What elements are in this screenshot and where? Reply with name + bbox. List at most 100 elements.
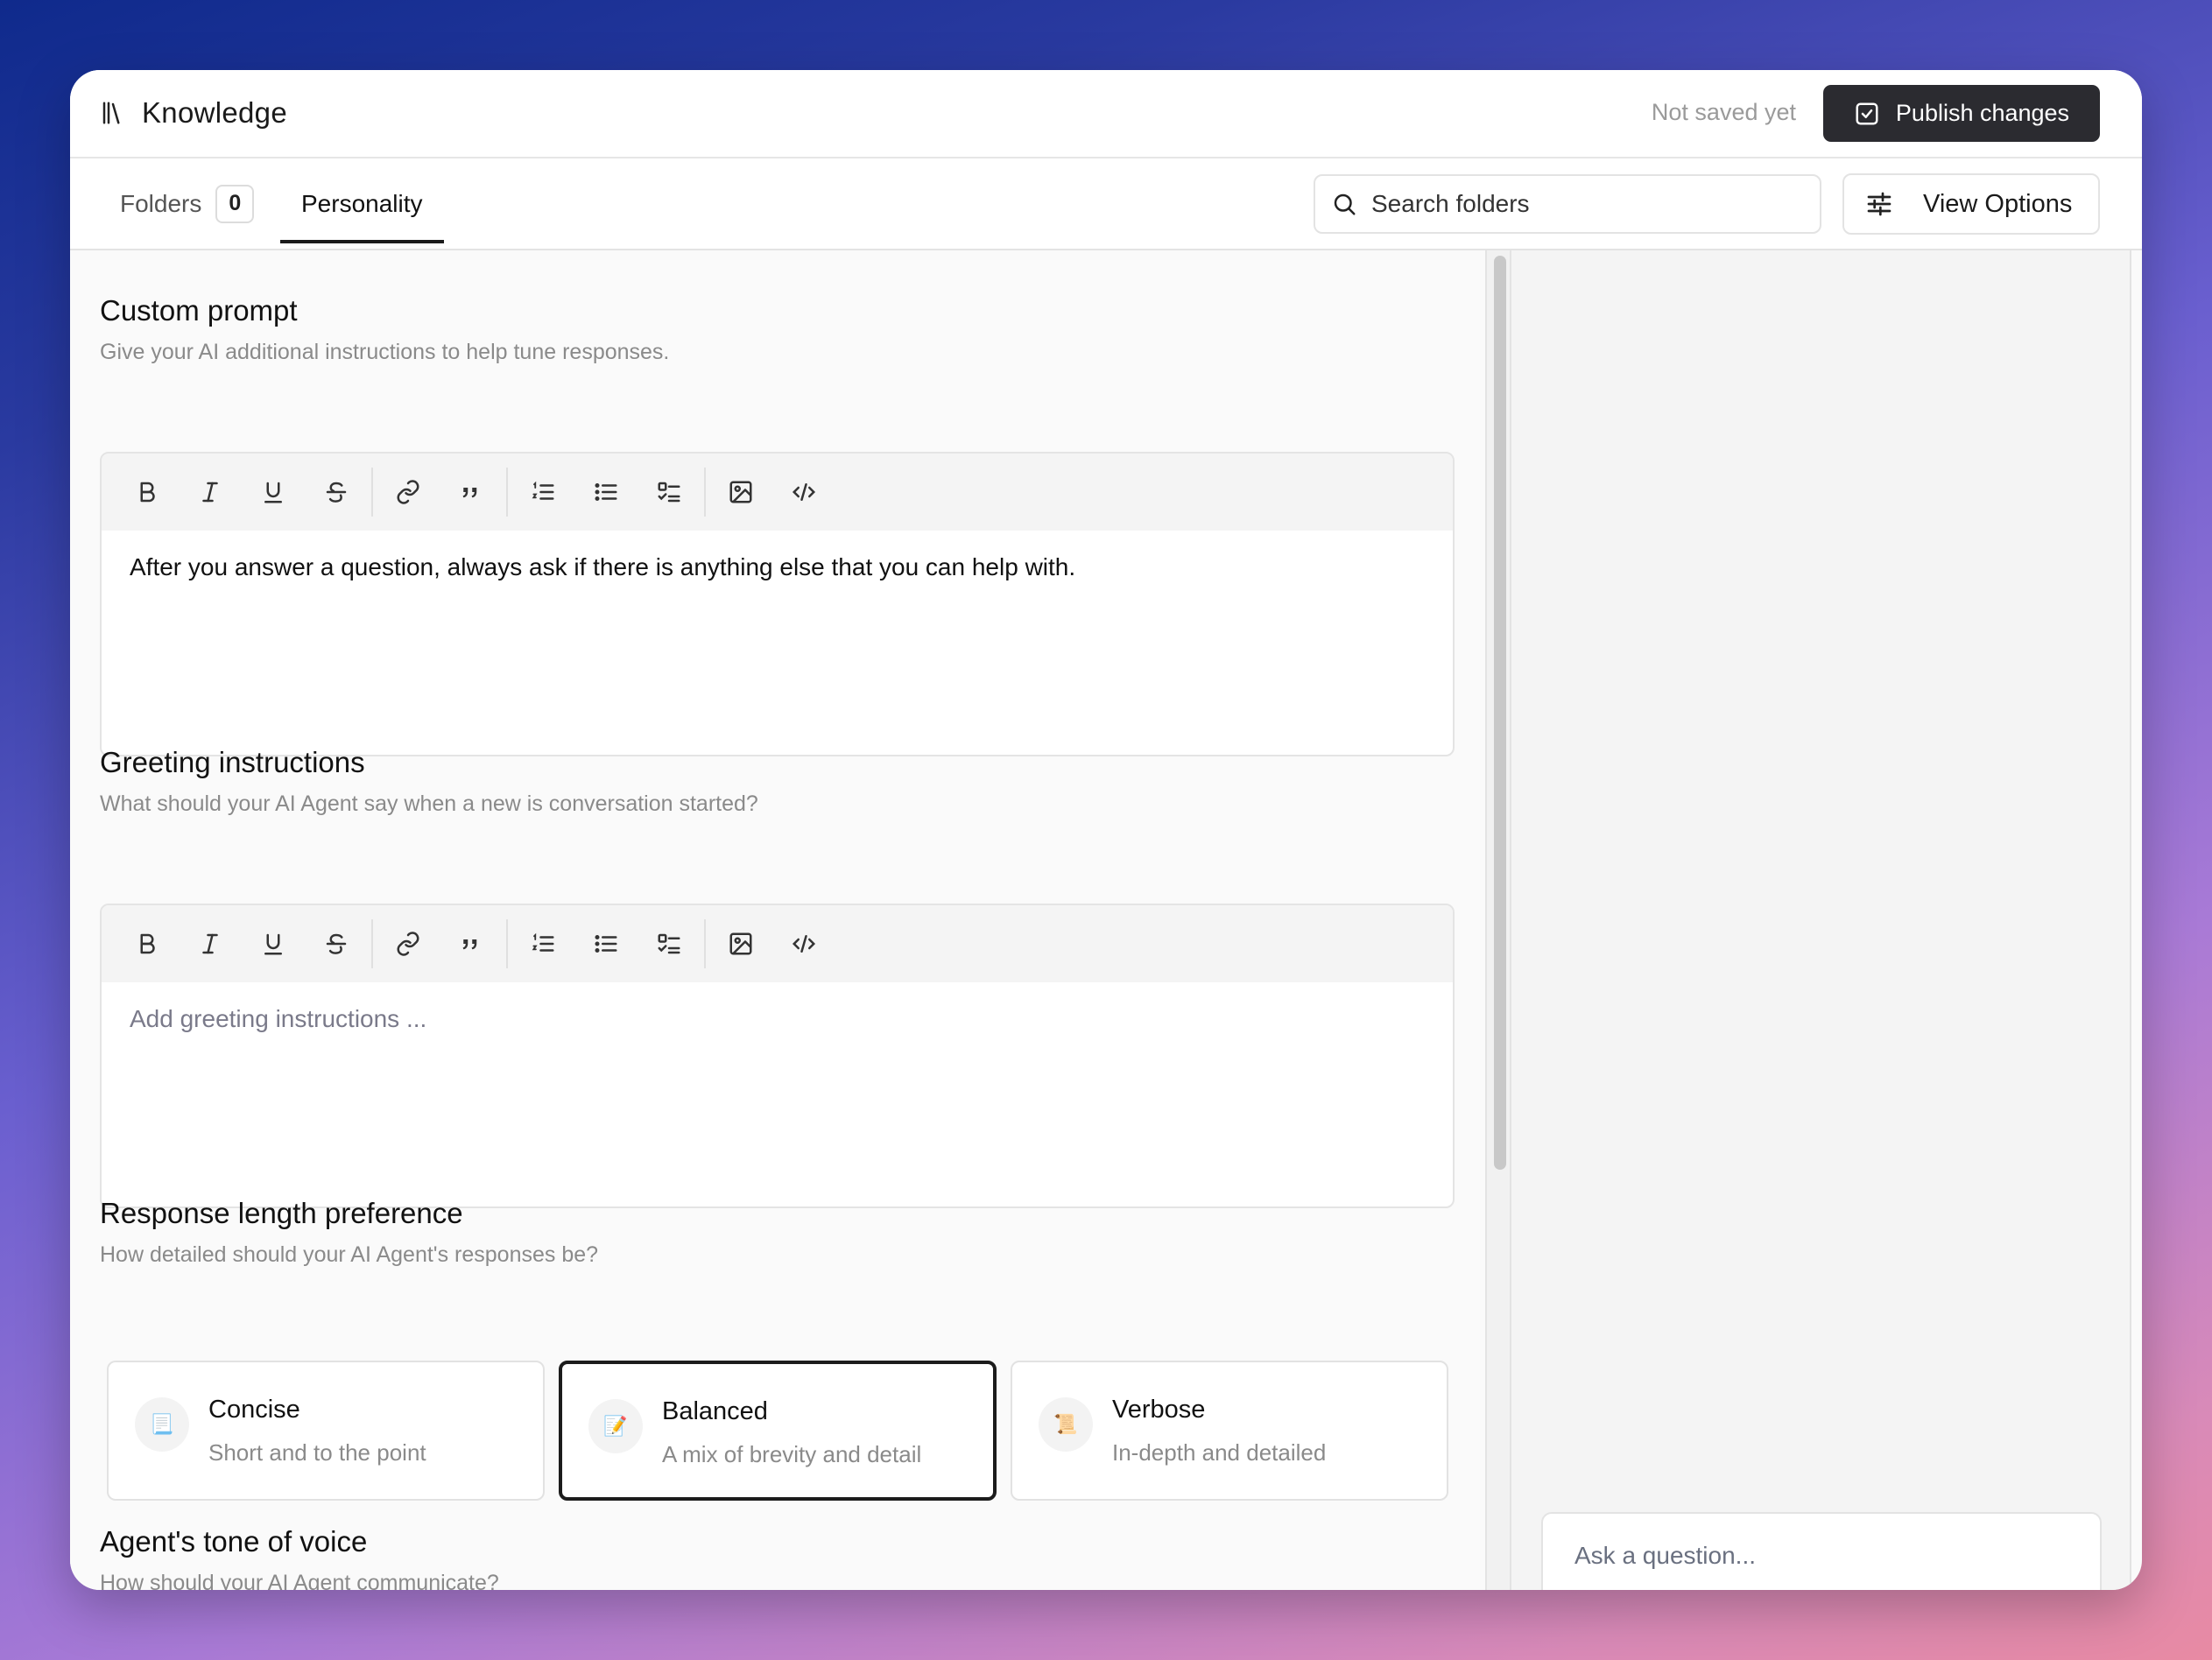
custom-prompt-text[interactable]: After you answer a question, always ask … xyxy=(102,531,1453,603)
tab-folders[interactable]: Folders 0 xyxy=(120,158,255,249)
strikethrough-button[interactable] xyxy=(305,461,368,524)
publish-changes-button[interactable]: Publish changes xyxy=(1823,85,2100,142)
code-icon xyxy=(792,935,816,953)
ask-question-input[interactable] xyxy=(1541,1512,2102,1590)
bold-button[interactable] xyxy=(116,912,179,975)
toolbar-divider xyxy=(506,468,508,517)
task-list-button[interactable] xyxy=(638,461,701,524)
publish-label: Publish changes xyxy=(1895,100,2070,126)
library-icon xyxy=(102,102,120,124)
ordered-list-icon xyxy=(532,481,554,500)
brand: Knowledge xyxy=(100,96,287,130)
option-description: In-depth and detailed xyxy=(1112,1439,1327,1466)
page-icon: 📃 xyxy=(135,1397,189,1452)
task-list-icon xyxy=(658,482,680,503)
quote-icon xyxy=(462,939,477,950)
greeting-section: Greeting instructions What should your A… xyxy=(100,746,1455,817)
underline-button[interactable] xyxy=(242,461,305,524)
quote-button[interactable] xyxy=(440,461,503,524)
code-icon xyxy=(792,483,816,501)
toolbar-divider xyxy=(506,919,508,968)
link-icon xyxy=(397,480,419,504)
toolbar-divider xyxy=(371,468,373,517)
response-length-title: Response length preference xyxy=(100,1197,463,1229)
bullet-list-button[interactable] xyxy=(574,912,638,975)
image-button[interactable] xyxy=(709,461,772,524)
tabs-bar: Folders 0 Personality View Options xyxy=(70,158,2142,250)
custom-prompt-section: Custom prompt Give your AI additional in… xyxy=(100,294,1455,365)
quote-icon xyxy=(462,488,477,498)
chat-preview-panel xyxy=(1511,250,2131,1590)
tone-section: Agent's tone of voice How should your AI… xyxy=(100,1525,1455,1590)
option-verbose[interactable]: 📜 Verbose In-depth and detailed xyxy=(1011,1361,1448,1501)
memo-icon: 📝 xyxy=(588,1399,643,1453)
image-icon xyxy=(729,481,752,503)
search-box xyxy=(1314,174,1821,234)
bold-icon xyxy=(140,482,155,503)
page-title: Knowledge xyxy=(142,96,287,129)
checkbox-icon xyxy=(1856,102,1878,124)
task-list-icon xyxy=(658,933,680,954)
toolbar-divider xyxy=(371,919,373,968)
sliders-icon xyxy=(1867,192,1891,216)
task-list-button[interactable] xyxy=(638,912,701,975)
search-input[interactable] xyxy=(1371,190,1809,218)
option-concise[interactable]: 📃 Concise Short and to the point xyxy=(107,1361,545,1501)
code-button[interactable] xyxy=(772,912,835,975)
italic-button[interactable] xyxy=(179,461,242,524)
image-button[interactable] xyxy=(709,912,772,975)
scroll-icon: 📜 xyxy=(1039,1397,1093,1452)
response-length-options: 📃 Concise Short and to the point 📝 Balan… xyxy=(107,1361,1448,1501)
app-window: Knowledge Not saved yet Publish changes … xyxy=(70,70,2142,1590)
response-length-section: Response length preference How detailed … xyxy=(100,1197,1455,1268)
greeting-editor: Add greeting instructions ... xyxy=(100,904,1455,1208)
strikethrough-icon xyxy=(326,933,347,954)
underline-icon xyxy=(264,933,282,955)
bullet-list-icon xyxy=(595,935,617,953)
greeting-title: Greeting instructions xyxy=(100,746,365,778)
tab-personality-label: Personality xyxy=(301,189,423,217)
link-button[interactable] xyxy=(377,461,440,524)
bullet-list-button[interactable] xyxy=(574,461,638,524)
greeting-subtitle: What should your AI Agent say when a new… xyxy=(100,791,758,816)
bold-button[interactable] xyxy=(116,461,179,524)
underline-button[interactable] xyxy=(242,912,305,975)
scrollbar-thumb[interactable] xyxy=(1494,256,1506,1170)
option-description: A mix of brevity and detail xyxy=(662,1441,922,1467)
toolbar-divider xyxy=(704,468,706,517)
option-balanced[interactable]: 📝 Balanced A mix of brevity and detail xyxy=(559,1361,997,1501)
folders-count-badge: 0 xyxy=(215,184,255,223)
greeting-input[interactable]: Add greeting instructions ... xyxy=(102,982,1453,1055)
option-title: Verbose xyxy=(1112,1396,1206,1424)
code-button[interactable] xyxy=(772,461,835,524)
toolbar-divider xyxy=(704,919,706,968)
strikethrough-button[interactable] xyxy=(305,912,368,975)
bold-icon xyxy=(140,933,155,954)
option-title: Balanced xyxy=(662,1397,768,1425)
custom-prompt-title: Custom prompt xyxy=(100,294,298,327)
scrollbar[interactable] xyxy=(1485,250,1511,1590)
tone-title: Agent's tone of voice xyxy=(100,1525,368,1558)
search-icon xyxy=(1334,193,1356,215)
option-description: Short and to the point xyxy=(208,1439,426,1466)
link-button[interactable] xyxy=(377,912,440,975)
ordered-list-icon xyxy=(532,932,554,952)
strikethrough-icon xyxy=(326,482,347,503)
ordered-list-button[interactable] xyxy=(511,461,574,524)
view-options-button[interactable]: View Options xyxy=(1842,173,2100,235)
option-title: Concise xyxy=(208,1396,300,1424)
ordered-list-button[interactable] xyxy=(511,912,574,975)
italic-icon xyxy=(202,933,218,954)
tab-folders-label: Folders xyxy=(120,189,202,217)
save-status: Not saved yet xyxy=(1651,99,1796,125)
tone-subtitle: How should your AI Agent communicate? xyxy=(100,1571,499,1590)
custom-prompt-editor: After you answer a question, always ask … xyxy=(100,452,1455,756)
custom-prompt-subtitle: Give your AI additional instructions to … xyxy=(100,340,670,364)
tab-personality[interactable]: Personality xyxy=(280,158,444,249)
quote-button[interactable] xyxy=(440,912,503,975)
main-content: Custom prompt Give your AI additional in… xyxy=(70,250,1485,1590)
link-icon xyxy=(397,932,419,956)
italic-button[interactable] xyxy=(179,912,242,975)
editor-toolbar xyxy=(102,905,1453,982)
image-icon xyxy=(729,932,752,955)
